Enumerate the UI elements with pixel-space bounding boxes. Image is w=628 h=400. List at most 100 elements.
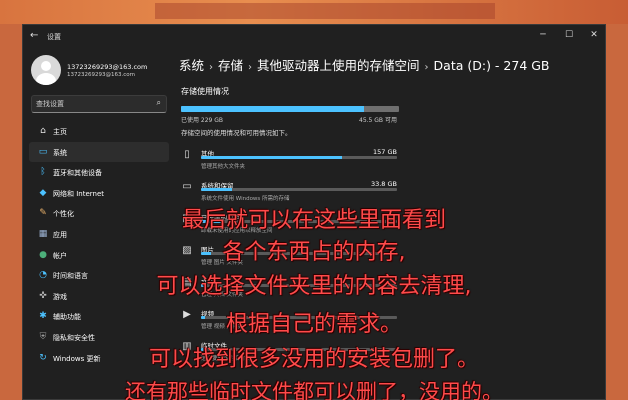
globe-clock-icon: ◔ <box>39 270 47 281</box>
sidebar-item-2[interactable]: ᛒ 蓝牙和其他设备 <box>29 162 169 182</box>
settings-window: ← 设置 ─ ☐ ✕ 13723269293@163.com 137232692… <box>22 24 606 400</box>
breadcrumb-current-drive: Data (D:) - 274 GB <box>433 58 550 73</box>
storage-description: 存储空间的使用情况和可用情况如下。 <box>181 129 292 137</box>
category-bar <box>201 348 397 351</box>
storage-category-row[interactable]: ▶ 视频 管理 视频 文件夹 <box>179 306 405 340</box>
sidebar-item-11[interactable]: ↻ Windows 更新 <box>29 348 169 368</box>
sidebar-item-label: Windows 更新 <box>53 354 101 363</box>
category-bar-fill <box>201 156 343 159</box>
category-size: 157 GB <box>373 148 397 156</box>
sidebar: 13723269293@163.com 13723269293@163.com … <box>23 51 173 399</box>
category-description: 管理 文档 文件夹 <box>201 292 243 298</box>
video-icon: ▶ <box>183 309 191 320</box>
background-window-strip <box>155 3 495 19</box>
category-bar-fill <box>201 220 221 223</box>
category-description: 管理 图片 文件夹 <box>201 260 243 266</box>
sidebar-item-3[interactable]: ◆ 网络和 Internet <box>29 183 169 203</box>
monitor-icon: ▭ <box>182 181 192 192</box>
category-bar <box>201 252 397 255</box>
sidebar-item-6[interactable]: ● 帐户 <box>29 245 169 265</box>
close-button[interactable]: ✕ <box>584 30 604 40</box>
category-bar <box>201 188 397 191</box>
sidebar-item-label: 系统 <box>53 148 67 157</box>
storage-category-row[interactable]: ▭ 系统和保留 33.8 GB 系统文件使用 Windows 所需的存储 <box>179 178 405 212</box>
sidebar-item-9[interactable]: ✱ 辅助功能 <box>29 306 169 326</box>
breadcrumb: 系统 › 存储 › 其他驱动器上使用的存储空间 › Data (D:) - 274 GB <box>179 58 550 73</box>
sidebar-item-5[interactable]: ▦ 应用 <box>29 224 169 244</box>
category-description: 系统文件使用 Windows 所需的存储 <box>201 196 290 202</box>
sidebar-item-label: 应用 <box>53 230 67 239</box>
storage-category-row[interactable]: ▥ 临时文件 选择要删除的临时文件 <box>179 338 405 372</box>
sidebar-item-4[interactable]: ✎ 个性化 <box>29 203 169 223</box>
sidebar-item-label: 个性化 <box>53 210 74 219</box>
category-bar-fill <box>201 316 205 319</box>
storage-usage-title: 存储使用情况 <box>181 87 229 96</box>
search-input[interactable] <box>36 98 146 110</box>
sidebar-item-8[interactable]: ✜ 游戏 <box>29 286 169 306</box>
sidebar-item-10[interactable]: ⛨ 隐私和安全性 <box>29 327 169 347</box>
storage-usage-bar <box>181 106 399 112</box>
home-icon: ⌂ <box>40 126 46 136</box>
sidebar-item-1[interactable]: ▭ 系统 <box>29 141 169 162</box>
storage-category-row[interactable]: ▯ 其他 157 GB 管理其他大文件夹 <box>179 146 405 180</box>
minimize-button[interactable]: ─ <box>533 30 553 40</box>
maximize-button[interactable]: ☐ <box>559 30 579 40</box>
sidebar-item-label: 主页 <box>53 128 67 136</box>
bluetooth-icon: ᛒ <box>40 167 46 178</box>
breadcrumb-system[interactable]: 系统 <box>179 58 204 73</box>
update-icon: ↻ <box>39 352 47 363</box>
desktop-background <box>0 0 628 24</box>
storage-usage-fill <box>181 106 365 112</box>
folder-icon: ▯ <box>184 149 190 160</box>
title-bar: ← 设置 ─ ☐ ✕ <box>23 25 605 51</box>
category-bar-fill <box>201 188 233 191</box>
system-icon: ▭ <box>38 146 48 157</box>
category-bar <box>201 316 397 319</box>
document-icon: ▤ <box>182 277 192 288</box>
sidebar-item-label: 蓝牙和其他设备 <box>53 169 102 178</box>
shield-icon: ⛨ <box>39 331 47 342</box>
category-bar-fill <box>201 252 211 255</box>
breadcrumb-other-drives[interactable]: 其他驱动器上使用的存储空间 <box>257 58 420 73</box>
sidebar-item-label: 隐私和安全性 <box>53 333 95 342</box>
breadcrumb-storage[interactable]: 存储 <box>218 58 243 73</box>
sidebar-item-label: 游戏 <box>53 292 67 301</box>
back-arrow-icon[interactable]: ← <box>30 30 38 41</box>
profile-name: 13723269293@163.com <box>67 63 148 71</box>
category-description: 选择要删除的临时文件 <box>201 356 257 362</box>
category-size: 33.8 GB <box>370 180 397 188</box>
window-title: 设置 <box>47 33 61 41</box>
main-content: 系统 › 存储 › 其他驱动器上使用的存储空间 › Data (D:) - 274 GB 存… <box>179 51 605 399</box>
brush-icon: ✎ <box>39 208 47 219</box>
category-bar <box>201 156 397 159</box>
gamepad-icon: ✜ <box>39 290 47 301</box>
storage-category-row[interactable]: ▤ 文档 管理 文档 文件夹 <box>179 274 405 308</box>
wifi-icon: ◆ <box>39 187 47 198</box>
sidebar-item-0[interactable]: ⌂ 主页 <box>29 121 169 141</box>
sidebar-item-label: 时间和语言 <box>53 272 88 281</box>
sidebar-nav: ⌂ 主页 ▭ 系统 ᛒ 蓝牙和其他设备 ◆ 网络和 Internet ✎ 个性化 ▦ 应用 ● 帐户 ◔ 时间… <box>29 121 169 368</box>
user-profile[interactable]: 13723269293@163.com 13723269293@163.com <box>31 55 171 91</box>
sidebar-item-label: 网络和 Internet <box>53 189 105 198</box>
avatar <box>31 55 61 85</box>
storage-category-row[interactable]: ▦ 已安装的应用 卸载未使用的应用以释放空间 <box>179 210 405 244</box>
search-box[interactable]: ⌕ <box>31 95 167 113</box>
category-description: 管理 视频 文件夹 <box>201 324 243 330</box>
used-label: 已使用 229 GB <box>181 117 224 124</box>
trash-icon: ▥ <box>182 341 192 352</box>
category-bar-fill <box>201 284 207 287</box>
accessibility-icon: ✱ <box>39 311 47 322</box>
sidebar-item-label: 辅助功能 <box>53 313 81 322</box>
profile-email: 13723269293@163.com <box>67 72 135 78</box>
category-description: 管理其他大文件夹 <box>201 164 246 170</box>
category-bar <box>201 220 397 223</box>
account-icon: ● <box>39 249 47 260</box>
category-bar-fill <box>201 348 203 351</box>
free-label: 45.5 GB 可用 <box>359 117 397 124</box>
category-description: 卸载未使用的应用以释放空间 <box>201 228 273 234</box>
sidebar-item-7[interactable]: ◔ 时间和语言 <box>29 265 169 285</box>
storage-category-row[interactable]: ▨ 图片 管理 图片 文件夹 <box>179 242 405 276</box>
apps-icon: ▦ <box>182 213 192 224</box>
search-icon[interactable]: ⌕ <box>157 98 161 108</box>
category-bar <box>201 284 397 287</box>
